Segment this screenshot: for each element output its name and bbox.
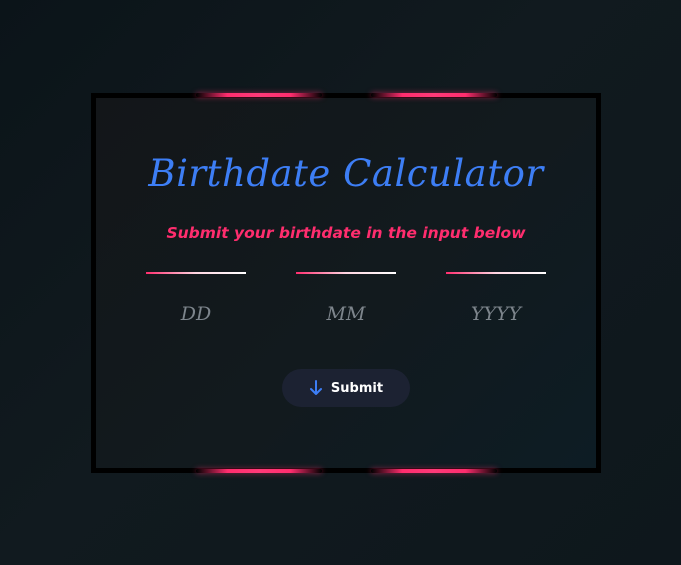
year-field xyxy=(446,272,546,342)
calculator-card: Birthdate Calculator Submit your birthda… xyxy=(91,93,601,473)
bottom-glow-accent-left xyxy=(196,469,322,473)
top-glow-accent-left xyxy=(196,93,322,97)
page-title: Birthdate Calculator xyxy=(148,152,544,195)
arrow-down-icon xyxy=(309,380,323,396)
day-field-underline xyxy=(146,272,246,274)
month-field xyxy=(296,272,396,342)
bottom-glow-accent-right xyxy=(371,469,497,473)
page-subtitle: Submit your birthdate in the input below xyxy=(166,224,526,242)
top-glow-accent-right xyxy=(371,93,497,97)
year-field-underline xyxy=(446,272,546,274)
month-field-underline xyxy=(296,272,396,274)
day-field xyxy=(146,272,246,342)
day-input[interactable] xyxy=(146,300,246,328)
submit-label: Submit xyxy=(330,380,384,396)
month-input[interactable] xyxy=(296,300,396,328)
year-input[interactable] xyxy=(446,300,546,328)
submit-button[interactable]: Submit xyxy=(282,369,410,407)
